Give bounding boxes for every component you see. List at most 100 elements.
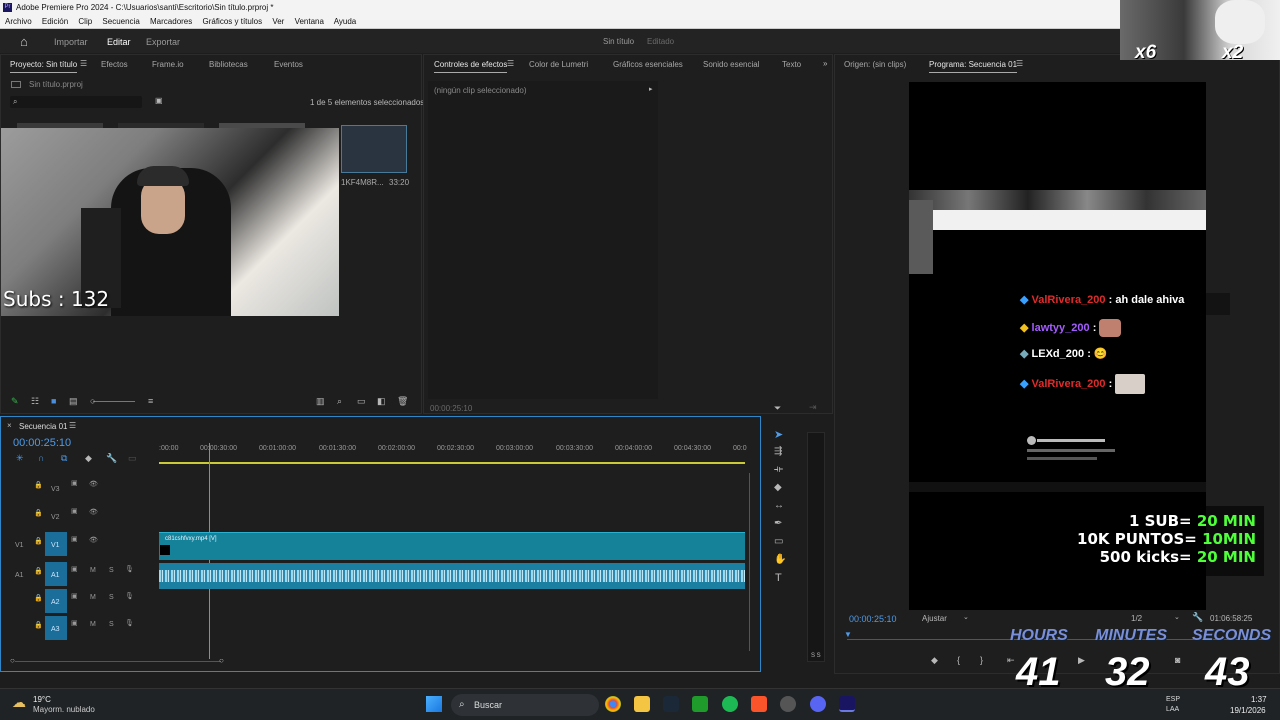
tab-controles-efectos[interactable]: Controles de efectos — [434, 60, 508, 73]
settings-wrench-icon[interactable]: 🔧 — [106, 453, 117, 464]
weather-icon[interactable]: ☁ — [12, 694, 26, 711]
clock-date[interactable]: 19/1/2026 — [1230, 706, 1266, 715]
add-marker-icon[interactable]: ◆ — [85, 453, 92, 464]
menu-edicion[interactable]: Edición — [42, 17, 68, 26]
track-target[interactable]: V1 — [15, 542, 24, 549]
time-ruler[interactable]: :00:00 00:00:30:00 00:01:00:00 00:01:30:… — [159, 445, 747, 465]
lock-icon[interactable]: 🔒 — [34, 481, 43, 489]
type-tool-icon[interactable]: T — [775, 572, 782, 584]
chrome-icon[interactable] — [605, 696, 621, 712]
mute-button[interactable]: M — [90, 621, 96, 628]
sync-icon[interactable]: ▣ — [71, 592, 78, 600]
rectangle-tool-icon[interactable]: ▭ — [774, 536, 783, 547]
eye-icon[interactable]: 👁 — [89, 480, 98, 488]
tab-efectos[interactable]: Efectos — [101, 60, 128, 69]
clip-thumbnail-4[interactable] — [341, 125, 407, 173]
close-icon[interactable]: × — [7, 421, 12, 430]
brave-icon[interactable] — [751, 696, 767, 712]
selection-tool-icon[interactable]: ➤ — [774, 428, 783, 441]
microphone-icon[interactable]: 🎙 — [125, 619, 134, 627]
eye-icon[interactable]: 👁 — [89, 536, 98, 544]
expand-arrow-icon[interactable]: ▸ — [649, 85, 653, 93]
tab-eventos[interactable]: Eventos — [274, 60, 303, 69]
extension-icon[interactable] — [780, 696, 796, 712]
microphone-icon[interactable]: 🎙 — [125, 592, 134, 600]
list-view-icon[interactable]: ☷ — [31, 396, 39, 407]
file-explorer-icon[interactable] — [634, 696, 650, 712]
taskbar-search-input[interactable]: ⌕ Buscar — [451, 694, 599, 716]
mute-button[interactable]: M — [90, 594, 96, 601]
go-to-in-icon[interactable]: ⇤ — [1007, 655, 1015, 666]
clock-time[interactable]: 1:37 — [1251, 695, 1267, 704]
freeform-view-icon[interactable]: ▤ — [69, 396, 78, 407]
panel-menu-icon[interactable]: ☰ — [1016, 59, 1023, 68]
new-bin-icon[interactable]: ▣ — [155, 96, 163, 105]
eye-icon[interactable]: 👁 — [89, 508, 98, 516]
marker-icon[interactable]: ◆ — [931, 655, 938, 666]
icon-view-icon[interactable]: ■ — [51, 396, 56, 406]
weather-temp[interactable]: 19°C — [33, 695, 51, 704]
mark-out-icon[interactable]: } — [980, 655, 983, 665]
language-indicator[interactable]: ESP — [1166, 696, 1180, 703]
premiere-icon[interactable] — [839, 696, 855, 712]
scroll-handle-right[interactable]: ○ — [219, 656, 224, 665]
lock-icon[interactable]: 🔒 — [34, 621, 43, 629]
trash-icon[interactable]: 🗑 — [397, 396, 408, 407]
sync-icon[interactable]: ▣ — [71, 619, 78, 627]
tab-origen[interactable]: Origen: (sin clips) — [844, 60, 906, 69]
sync-icon[interactable]: ▣ — [71, 535, 78, 543]
wrench-icon[interactable]: 🔧 — [1192, 612, 1203, 623]
menu-archivo[interactable]: Archivo — [5, 17, 32, 26]
new-item-icon[interactable]: ◧ — [377, 396, 386, 407]
tab-programa[interactable]: Programa: Secuencia 01 — [929, 60, 1018, 73]
fit-dropdown[interactable]: Ajustar — [922, 614, 947, 623]
xbox-icon[interactable] — [692, 696, 708, 712]
play-icon[interactable]: ▶ — [1078, 655, 1085, 666]
project-search-input[interactable] — [10, 96, 142, 108]
menu-ventana[interactable]: Ventana — [295, 17, 324, 26]
zoom-slider-handle[interactable]: ○ — [90, 396, 95, 406]
video-clip[interactable]: c81cshfvxy.mp4 [V] — [159, 532, 745, 560]
more-panels-icon[interactable]: » — [823, 59, 827, 68]
microphone-icon[interactable]: 🎙 — [125, 565, 134, 573]
tab-exportar[interactable]: Exportar — [146, 37, 180, 47]
menu-ver[interactable]: Ver — [272, 17, 284, 26]
razor-tool-icon[interactable]: ◆ — [774, 482, 782, 493]
new-folder-icon[interactable]: ▭ — [357, 396, 366, 407]
camera-icon[interactable]: ◙ — [1175, 655, 1180, 665]
lock-icon[interactable]: 🔒 — [34, 509, 43, 517]
layout-indicator[interactable]: LAA — [1166, 706, 1179, 713]
timeline-timecode[interactable]: 00:00:25:10 — [13, 437, 71, 449]
tab-bibliotecas[interactable]: Bibliotecas — [209, 60, 248, 69]
solo-button[interactable]: S — [109, 594, 114, 601]
discord-icon[interactable] — [810, 696, 826, 712]
mute-button[interactable]: M — [90, 567, 96, 574]
find-icon[interactable]: ⌕ — [337, 396, 342, 407]
linked-icon[interactable]: ⧉ — [61, 453, 67, 464]
tab-frameio[interactable]: Frame.io — [152, 60, 184, 69]
track-select-tool-icon[interactable]: ⇶ — [774, 446, 782, 457]
tab-sonido-esencial[interactable]: Sonido esencial — [703, 60, 759, 69]
automate-icon[interactable]: ▥ — [316, 396, 325, 407]
tab-editar[interactable]: Editar — [107, 37, 131, 47]
tab-lumetri[interactable]: Color de Lumetri — [529, 60, 588, 69]
menu-clip[interactable]: Clip — [78, 17, 92, 26]
mark-in-icon[interactable]: { — [957, 655, 960, 665]
program-timecode[interactable]: 00:00:25:10 — [849, 614, 897, 624]
pencil-icon[interactable]: ✎ — [11, 396, 19, 407]
tab-texto[interactable]: Texto — [782, 60, 801, 69]
track-target[interactable]: A1 — [15, 572, 24, 579]
solo-button[interactable]: S — [109, 621, 114, 628]
lock-icon[interactable]: 🔒 — [34, 537, 43, 545]
tab-graficos-esenciales[interactable]: Gráficos esenciales — [613, 60, 683, 69]
horizontal-scrollbar[interactable] — [15, 661, 221, 662]
sync-icon[interactable]: ▣ — [71, 507, 78, 515]
steam-icon[interactable] — [663, 696, 679, 712]
home-icon[interactable]: ⌂ — [20, 34, 28, 49]
filter-icon[interactable]: ⏷ — [774, 403, 781, 414]
lock-icon[interactable]: 🔒 — [34, 567, 43, 575]
ripple-edit-tool-icon[interactable]: ⟛ — [774, 464, 783, 475]
tab-importar[interactable]: Importar — [54, 37, 88, 47]
snap-icon[interactable]: ∩ — [38, 453, 44, 463]
weather-desc[interactable]: Mayorm. nublado — [33, 705, 95, 714]
